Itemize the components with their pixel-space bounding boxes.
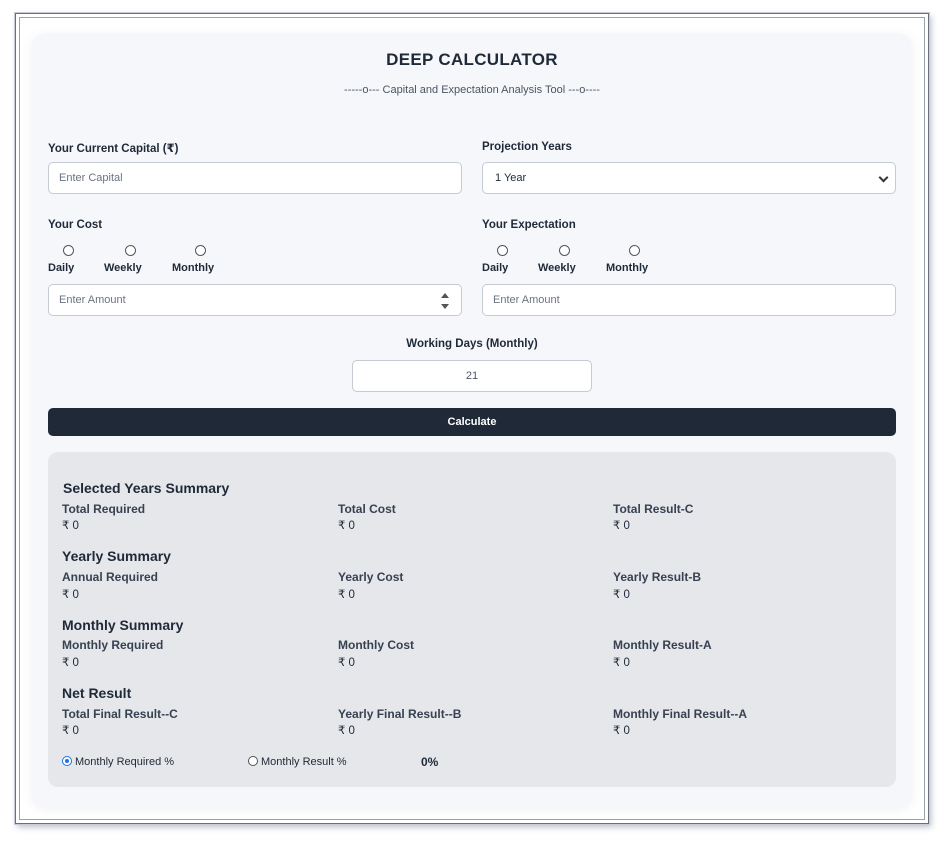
- expectation-monthly-label: Monthly: [606, 262, 649, 274]
- projection-years-value: 1 Year: [495, 172, 527, 184]
- monthly-required-pct-label: Monthly Required %: [75, 756, 175, 768]
- expectation-weekly-radio[interactable]: [559, 245, 570, 256]
- expectation-label: Your Expectation: [482, 219, 576, 231]
- projection-years-select[interactable]: 1 Year: [482, 162, 896, 194]
- working-days-label: Working Days (Monthly): [406, 338, 538, 350]
- monthly-cost-value: ₹ 0: [338, 657, 355, 669]
- percent-value: 0%: [421, 755, 439, 769]
- total-cost-label: Total Cost: [338, 502, 396, 516]
- monthly-required-value: ₹ 0: [62, 657, 79, 669]
- page-title: DEEP CALCULATOR: [386, 50, 558, 69]
- monthly-final-result-label: Monthly Final Result--A: [613, 707, 747, 721]
- annual-required-value: ₹ 0: [62, 589, 79, 601]
- cost-monthly-radio[interactable]: [195, 245, 206, 256]
- total-required-value: ₹ 0: [62, 520, 79, 532]
- total-result-c-label: Total Result-C: [613, 502, 694, 516]
- capital-label: Your Current Capital (₹): [48, 143, 179, 155]
- total-required-label: Total Required: [62, 502, 146, 516]
- working-days-input[interactable]: 21: [352, 360, 592, 392]
- cost-amount-placeholder: Enter Amount: [59, 294, 126, 306]
- monthly-result-pct-option[interactable]: Monthly Result %: [248, 756, 347, 768]
- calculate-button[interactable]: Calculate: [48, 408, 896, 436]
- number-spinner-icon[interactable]: [441, 293, 449, 309]
- yearly-result-b-label: Yearly Result-B: [613, 570, 702, 584]
- yearly-result-b-value: ₹ 0: [613, 589, 630, 601]
- monthly-required-label: Monthly Required: [62, 638, 164, 652]
- monthly-result-pct-label: Monthly Result %: [261, 756, 347, 768]
- annual-required-label: Annual Required: [62, 570, 159, 584]
- expectation-daily-label: Daily: [482, 262, 509, 274]
- total-final-result-label: Total Final Result--C: [62, 707, 178, 721]
- monthly-result-a-label: Monthly Result-A: [613, 638, 712, 652]
- monthly-summary-title: Monthly Summary: [62, 617, 184, 633]
- cost-monthly-label: Monthly: [172, 262, 215, 274]
- projection-years-label: Projection Years: [482, 141, 572, 153]
- expectation-monthly-radio[interactable]: [629, 245, 640, 256]
- yearly-cost-value: ₹ 0: [338, 589, 355, 601]
- monthly-final-result-value: ₹ 0: [613, 725, 630, 737]
- cost-label: Your Cost: [48, 219, 103, 231]
- yearly-summary-title: Yearly Summary: [62, 548, 171, 564]
- total-final-result-value: ₹ 0: [62, 725, 79, 737]
- chevron-down-icon: [878, 172, 889, 183]
- monthly-result-a-value: ₹ 0: [613, 657, 630, 669]
- expectation-amount-input[interactable]: Enter Amount: [482, 284, 896, 316]
- net-result-title: Net Result: [62, 685, 132, 701]
- page-subtitle: -----o--- Capital and Expectation Analys…: [344, 84, 600, 96]
- total-result-c-value: ₹ 0: [613, 520, 630, 532]
- capital-input[interactable]: Enter Capital: [48, 162, 462, 194]
- monthly-cost-label: Monthly Cost: [338, 638, 414, 652]
- cost-weekly-radio[interactable]: [125, 245, 136, 256]
- cost-weekly-label: Weekly: [104, 262, 142, 274]
- total-cost-value: ₹ 0: [338, 520, 355, 532]
- expectation-weekly-label: Weekly: [538, 262, 576, 274]
- yearly-final-result-label: Yearly Final Result--B: [338, 707, 462, 721]
- radio-unchecked-icon[interactable]: [248, 756, 258, 766]
- cost-daily-radio[interactable]: [63, 245, 74, 256]
- expectation-daily-radio[interactable]: [497, 245, 508, 256]
- monthly-required-pct-option[interactable]: Monthly Required %: [62, 756, 174, 768]
- cost-amount-input[interactable]: Enter Amount: [48, 284, 462, 316]
- yearly-cost-label: Yearly Cost: [338, 570, 404, 584]
- cost-daily-label: Daily: [48, 262, 75, 274]
- selected-years-title: Selected Years Summary: [63, 480, 230, 496]
- yearly-final-result-value: ₹ 0: [338, 725, 355, 737]
- radio-checked-icon[interactable]: [62, 756, 72, 766]
